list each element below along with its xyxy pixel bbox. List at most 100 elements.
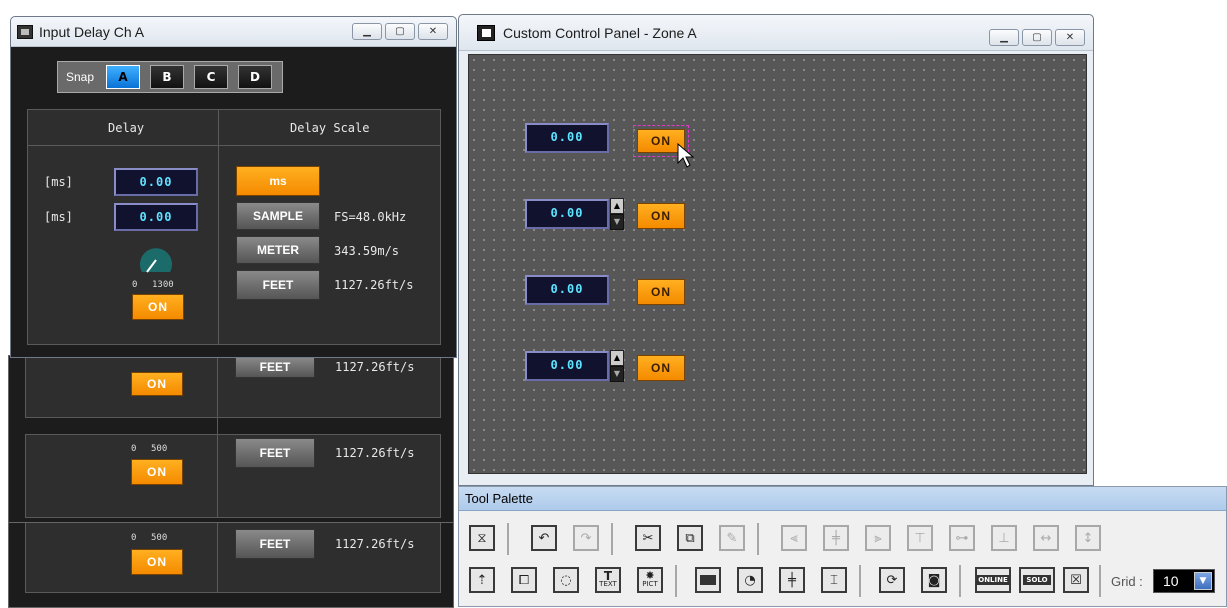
spinner-up[interactable]: ▲ [610, 350, 624, 366]
scale-ms-button[interactable]: ms [236, 166, 320, 196]
frame-tool-icon[interactable]: ⧠ [511, 567, 537, 593]
value-field[interactable]: 0.00 [525, 199, 609, 229]
delay-knob[interactable] [136, 240, 176, 276]
knob-min: 0 [132, 280, 138, 290]
on-button[interactable]: ON [637, 203, 685, 229]
cut-icon[interactable]: ✂ [635, 525, 661, 551]
redo-icon[interactable]: ↷ [573, 525, 599, 551]
value-field[interactable]: 0.00 [525, 351, 609, 381]
knob-min: 0 [131, 533, 137, 543]
snap-button-d[interactable]: D [238, 65, 272, 89]
align-middle-icon[interactable]: ⊶ [949, 525, 975, 551]
on-button[interactable]: ON [131, 459, 183, 485]
grid-value: 10 [1163, 573, 1179, 589]
feet-button[interactable]: FEET [235, 356, 315, 378]
align-top-icon[interactable]: ⊤ [907, 525, 933, 551]
tool-palette-window: Tool Palette ⧖ ↶ ↷ ✂ ⧉ ✎ ⫷ ╪ ⫸ ⊤ ⊶ ⊥ ↔ ↕… [458, 486, 1227, 607]
minimize-icon[interactable]: ▁ [989, 29, 1019, 46]
space-vertical-icon[interactable]: ↕ [1075, 525, 1101, 551]
refresh-tool-icon[interactable]: ⟳ [879, 567, 905, 593]
feet-speed: 1127.26ft/s [335, 446, 415, 460]
snap-button-c[interactable]: C [194, 65, 228, 89]
value-field[interactable]: 0.00 [525, 123, 609, 153]
knob-max: 500 [151, 533, 168, 543]
knob-max: 1300 [152, 280, 174, 290]
scale-sample-button[interactable]: SAMPLE [236, 202, 320, 230]
copy-icon[interactable]: ⧉ [677, 525, 703, 551]
snap-button-b[interactable]: B [150, 65, 184, 89]
spinner-down[interactable]: ▼ [610, 214, 624, 230]
camera-tool-icon[interactable]: ◙ [921, 567, 947, 593]
maximize-icon[interactable]: ▢ [1022, 29, 1052, 46]
unit-label: [ms] [44, 175, 73, 189]
grid-label: Grid : [1111, 574, 1143, 589]
feet-speed: 1127.26ft/s [335, 537, 415, 551]
space-horizontal-icon[interactable]: ↔ [1033, 525, 1059, 551]
custom-control-panel-window: Custom Control Panel - Zone A ▁ ▢ ✕ 0.00… [458, 14, 1094, 486]
picture-tool-icon[interactable]: ✸ PICT [637, 567, 663, 593]
snap-button-a[interactable]: A [106, 65, 140, 89]
snap-bar: Snap A B C D [57, 61, 283, 93]
delay-scale-header: Delay Scale [290, 121, 370, 135]
grid-select[interactable]: 10 ▼ [1153, 569, 1215, 593]
lasso-tool-icon[interactable]: ◌ [553, 567, 579, 593]
custom-panel-titlebar[interactable]: Custom Control Panel - Zone A ▁ ▢ ✕ [459, 15, 1093, 51]
solo-tool-icon[interactable]: SOLO [1019, 567, 1055, 593]
stacked-window-2: ON FEET 1127.26ft/s 0 500 ON FEET 1127.2… [8, 355, 454, 523]
hourglass-icon[interactable]: ⧖ [469, 525, 495, 551]
align-left-icon[interactable]: ⫷ [781, 525, 807, 551]
align-bottom-icon[interactable]: ⊥ [991, 525, 1017, 551]
close-tool-icon[interactable]: ☒ [1063, 567, 1089, 593]
delay-value-field[interactable]: 0.00 [114, 168, 198, 196]
input-delay-window: Input Delay Ch A ▁ ▢ ✕ Snap A B C D Dela… [10, 16, 457, 358]
sample-rate-label: FS=48.0kHz [334, 210, 407, 224]
delay-value-field[interactable]: 0.00 [114, 203, 198, 231]
feet-button[interactable]: FEET [235, 438, 315, 468]
paste-icon[interactable]: ✎ [719, 525, 745, 551]
on-button[interactable]: ON [132, 294, 184, 320]
tool-palette-title: Tool Palette [465, 491, 533, 506]
feet-button[interactable]: FEET [235, 529, 315, 559]
mouse-cursor-icon [677, 143, 695, 168]
knob-min: 0 [131, 444, 137, 454]
spinner-down[interactable]: ▼ [610, 366, 624, 382]
scale-feet-button[interactable]: FEET [236, 270, 320, 300]
close-icon[interactable]: ✕ [418, 23, 448, 40]
spinner-up[interactable]: ▲ [610, 198, 624, 214]
pointer-tool-icon[interactable]: ⇡ [469, 567, 495, 593]
tool-palette-titlebar[interactable]: Tool Palette [459, 487, 1226, 511]
delay-panel: Delay Delay Scale [ms] 0.00 [ms] 0.00 0 … [27, 109, 441, 345]
online-tool-icon[interactable]: ONLINE [975, 567, 1011, 593]
knob-tool-icon[interactable]: ◔ [737, 567, 763, 593]
fader-tool-icon[interactable]: ╪ [779, 567, 805, 593]
text-tool-icon[interactable]: T TEXT [595, 567, 621, 593]
maximize-icon[interactable]: ▢ [385, 23, 415, 40]
meter-speed-label: 343.59m/s [334, 244, 400, 258]
feet-speed: 1127.26ft/s [335, 360, 415, 374]
align-center-icon[interactable]: ╪ [823, 525, 849, 551]
delay-header: Delay [108, 121, 145, 135]
chevron-down-icon[interactable]: ▼ [1194, 572, 1212, 590]
undo-icon[interactable]: ↶ [531, 525, 557, 551]
close-icon[interactable]: ✕ [1055, 29, 1085, 46]
feet-speed-label: 1127.26ft/s [334, 278, 414, 292]
meter-tool-icon[interactable]: ⌶ [821, 567, 847, 593]
on-button[interactable]: ON [131, 549, 183, 575]
input-delay-titlebar[interactable]: Input Delay Ch A ▁ ▢ ✕ [11, 17, 456, 47]
rectangle-tool-icon[interactable] [695, 567, 721, 593]
minimize-icon[interactable]: ▁ [352, 23, 382, 40]
app-icon [17, 24, 33, 39]
stacked-divider [217, 356, 218, 518]
scale-meter-button[interactable]: METER [236, 236, 320, 264]
knob-max: 500 [151, 444, 168, 454]
value-field[interactable]: 0.00 [525, 275, 609, 305]
on-button[interactable]: ON [637, 355, 685, 381]
window-title: Custom Control Panel - Zone A [503, 24, 697, 41]
on-button[interactable]: ON [637, 279, 685, 305]
on-button[interactable]: ON [131, 372, 183, 396]
panel-app-icon [477, 24, 495, 41]
window-title: Input Delay Ch A [39, 23, 145, 40]
align-right-icon[interactable]: ⫸ [865, 525, 891, 551]
snap-label: Snap [66, 70, 95, 84]
design-canvas[interactable]: 0.00 ON 0.00 ▲ ▼ ON 0.00 ON 0.00 ▲ ▼ ON [468, 54, 1087, 474]
